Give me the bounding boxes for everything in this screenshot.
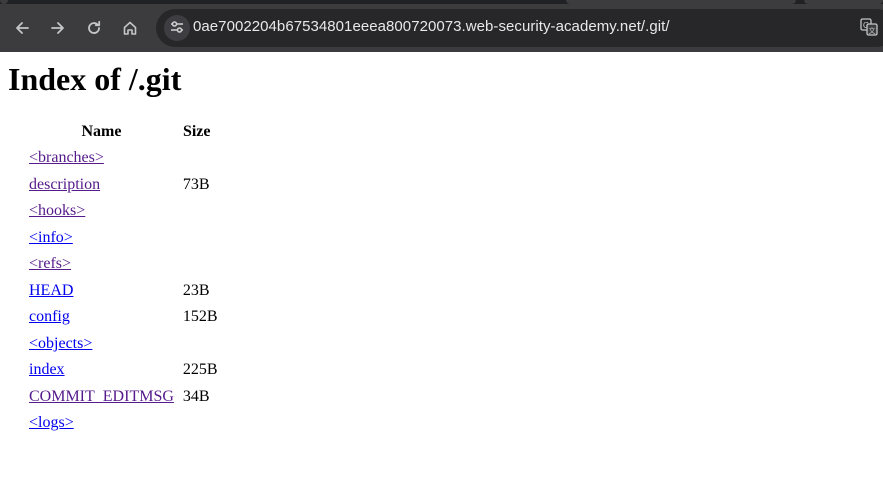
size-cell (176, 226, 218, 251)
table-row: HEAD 23B (29, 279, 218, 304)
table-row: <logs> (29, 411, 218, 436)
name-cell: description (29, 173, 174, 198)
name-cell: <hooks> (29, 199, 174, 224)
size-cell (176, 146, 218, 171)
name-cell: <objects> (29, 332, 174, 357)
table-row: <objects> (29, 332, 218, 357)
svg-text:文: 文 (869, 26, 876, 35)
table-row: <branches> (29, 146, 218, 171)
page-content: Index of /.git Name Size <branches> descr… (0, 52, 883, 478)
name-cell: HEAD (29, 279, 174, 304)
table-header-row: Name Size (29, 120, 218, 144)
translate-button[interactable]: G 文 (860, 18, 878, 36)
arrow-left-icon (14, 20, 30, 36)
name-cell: <branches> (29, 146, 174, 171)
size-column-header: Size (182, 123, 211, 140)
name-cell: <logs> (29, 411, 174, 436)
size-cell: 34B (182, 387, 210, 405)
home-button[interactable] (116, 14, 144, 42)
back-button[interactable] (8, 14, 36, 42)
active-tab[interactable] (566, 0, 796, 4)
arrow-right-icon (50, 20, 66, 36)
table-row: <refs> (29, 252, 218, 277)
size-cell: 225B (182, 361, 218, 379)
tab-edge (804, 0, 883, 4)
file-link[interactable]: <info> (29, 229, 73, 246)
file-link[interactable]: description (29, 176, 100, 193)
table-row: index 225B (29, 358, 218, 383)
table-row: COMMIT_EDITMSG 34B (29, 385, 218, 410)
size-cell (176, 411, 218, 436)
url-text[interactable]: 0ae7002204b67534801eeea800720073.web-sec… (193, 18, 670, 35)
file-link[interactable]: <objects> (29, 335, 92, 352)
file-link[interactable]: <branches> (29, 149, 104, 166)
file-link[interactable]: <logs> (29, 414, 74, 431)
translate-icon: G 文 (860, 18, 878, 40)
site-info-button[interactable] (164, 15, 190, 41)
size-cell: 73B (182, 175, 210, 193)
name-cell: <refs> (29, 252, 174, 277)
name-cell: index (29, 358, 174, 383)
file-link[interactable]: COMMIT_EDITMSG (29, 388, 174, 405)
tab-edge (0, 0, 8, 4)
reload-icon (86, 20, 102, 36)
name-cell: <info> (29, 226, 174, 251)
table-row: config 152B (29, 305, 218, 330)
file-link[interactable]: HEAD (29, 282, 73, 299)
table-row: description 73B (29, 173, 218, 198)
size-cell: 23B (182, 281, 210, 299)
size-cell (176, 199, 218, 224)
tune-icon (170, 19, 184, 38)
name-column-header: Name (81, 123, 122, 140)
page-title: Index of /.git (8, 61, 182, 97)
size-cell (176, 252, 218, 277)
forward-button[interactable] (44, 14, 72, 42)
file-link[interactable]: config (29, 308, 70, 325)
tab-strip (0, 0, 883, 4)
browser-toolbar: 0ae7002204b67534801eeea800720073.web-sec… (0, 0, 883, 52)
address-bar[interactable]: 0ae7002204b67534801eeea800720073.web-sec… (156, 9, 883, 47)
table-row: <info> (29, 226, 218, 251)
file-link[interactable]: index (29, 361, 65, 378)
file-link[interactable]: <refs> (29, 255, 71, 272)
directory-listing: Name Size <branches> description 73B <hooks… (27, 118, 220, 438)
size-cell: 152B (182, 308, 218, 326)
name-cell: COMMIT_EDITMSG (29, 385, 174, 410)
table-row: <hooks> (29, 199, 218, 224)
reload-button[interactable] (80, 14, 108, 42)
listing-body: <branches> description 73B <hooks> <info> <re… (29, 146, 218, 436)
size-cell (176, 332, 218, 357)
file-link[interactable]: <hooks> (29, 202, 85, 219)
home-icon (122, 20, 138, 36)
name-cell: config (29, 305, 174, 330)
